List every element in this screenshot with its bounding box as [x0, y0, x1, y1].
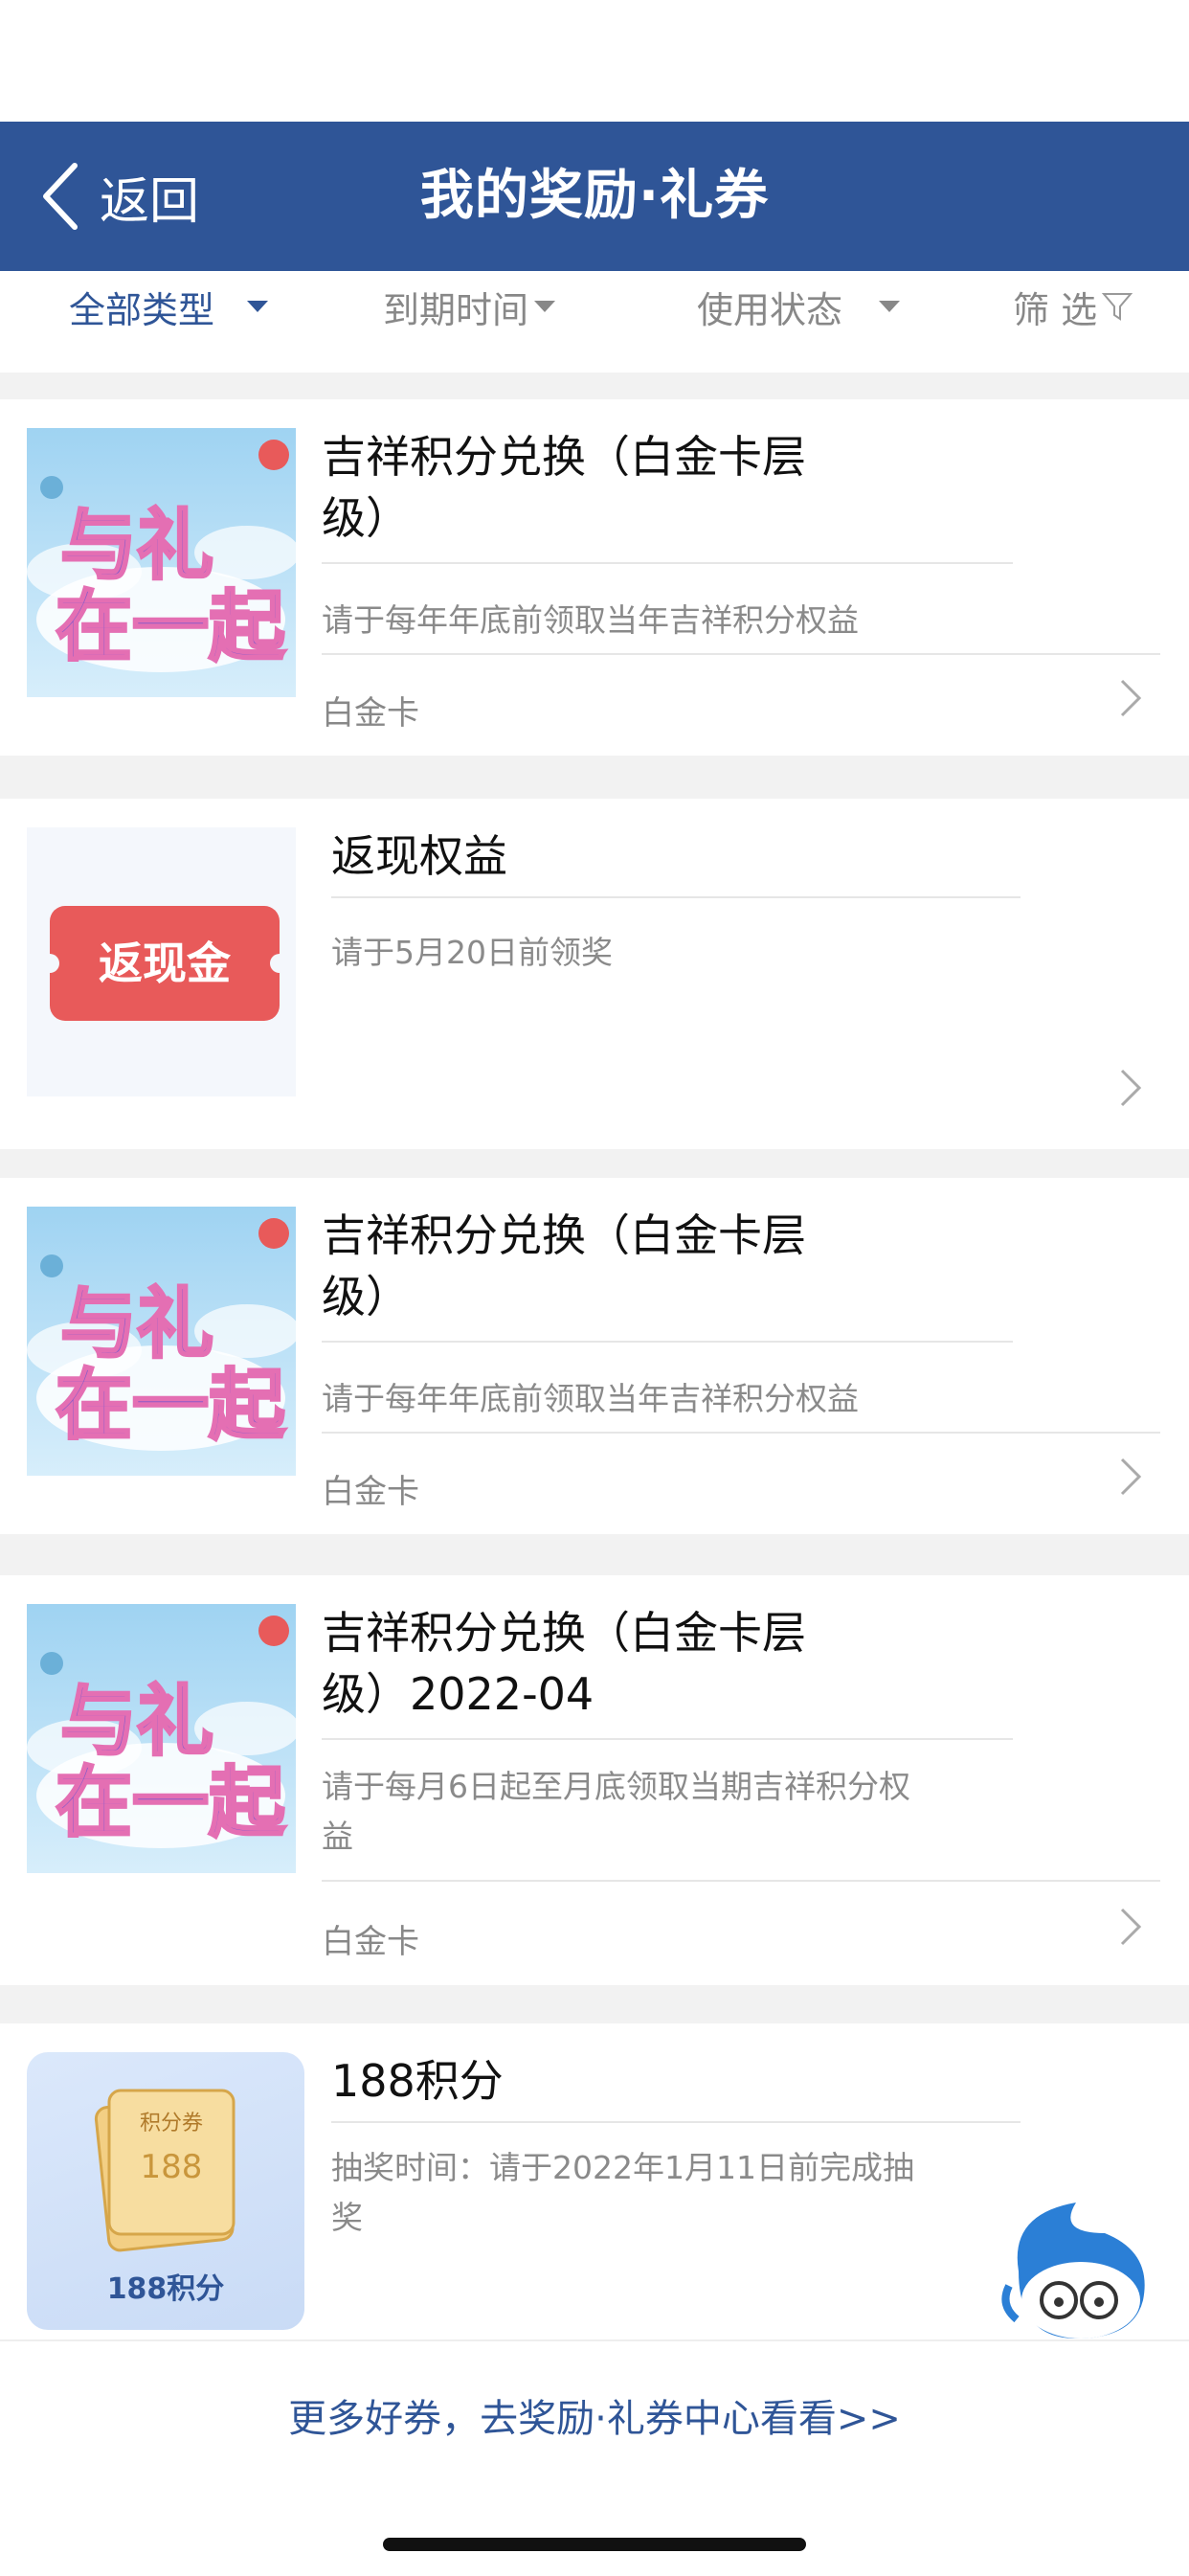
- card-tag: 白金卡: [322, 1923, 419, 1961]
- chevron-left-icon: [43, 163, 78, 230]
- filter-all-types[interactable]: 全部类型: [69, 271, 269, 342]
- card-tag: 白金卡: [322, 1473, 419, 1511]
- filter-label: 到期时间: [383, 288, 529, 331]
- card-title: 188积分: [331, 2055, 504, 2107]
- back-button[interactable]: 返回: [36, 160, 199, 233]
- chevron-right-icon: [1120, 1457, 1142, 1496]
- dropdown-arrow-icon: [247, 301, 269, 312]
- back-label: 返回: [100, 172, 200, 231]
- card-image: 返现金: [27, 827, 296, 1096]
- card-image: 积分券 188 188积分: [27, 2052, 304, 2330]
- reward-card[interactable]: 返现金 返现权益 请于5月20日前领奖: [0, 799, 1189, 1149]
- divider: [322, 1738, 1013, 1740]
- divider: [322, 1341, 1013, 1343]
- divider: [331, 2121, 1021, 2123]
- svg-text:与礼: 与礼: [60, 501, 213, 590]
- divider: [322, 653, 1160, 655]
- cashback-label: 返现金: [99, 938, 231, 989]
- card-description: 抽奖时间：请于2022年1月11日前完成抽奖: [331, 2149, 914, 2236]
- more-coupons-link[interactable]: 更多好券，去奖励·礼券中心看看>>: [0, 2387, 1189, 2443]
- card-description: 请于每年年底前领取当年吉祥积分权益: [322, 1380, 859, 1417]
- coupon-value: 188: [140, 2148, 203, 2186]
- filter-bar: 全部类型 到期时间 使用状态 筛 选: [0, 271, 1189, 373]
- card-tag: 白金卡: [322, 694, 419, 733]
- reward-list: 与礼 在一起 吉祥积分兑换（白金卡层级） 请于每年年底前领取当年吉祥积分权益 白…: [0, 373, 1189, 2339]
- filter-label: 全部类型: [69, 288, 215, 331]
- card-description: 请于每月6日起至月底领取当期吉祥积分权益: [322, 1768, 910, 1855]
- gift-poster-image: 与礼 在一起: [27, 428, 296, 697]
- status-bar-area: [0, 0, 1189, 122]
- navigation-bar: 返回 我的奖励·礼券: [0, 122, 1189, 271]
- svg-text:与礼: 与礼: [60, 1279, 213, 1368]
- filter-label: 使用状态: [697, 288, 843, 331]
- chevron-right-icon: [1120, 1908, 1142, 1946]
- svg-text:与礼: 与礼: [60, 1677, 213, 1766]
- filter-usage-status[interactable]: 使用状态: [697, 271, 901, 342]
- dropdown-arrow-icon: [534, 301, 556, 312]
- chevron-right-icon: [1120, 679, 1142, 717]
- coupon-caption: 积分券: [139, 2112, 203, 2135]
- card-title: 吉祥积分兑换（白金卡层级）: [322, 431, 806, 544]
- reward-card[interactable]: 与礼 在一起 吉祥积分兑换（白金卡层级） 请于每年年底前领取当年吉祥积分权益 白…: [0, 1178, 1189, 1534]
- chevron-right-icon: [1120, 1069, 1142, 1107]
- filter-button[interactable]: 筛 选: [1013, 271, 1133, 342]
- divider: [322, 1880, 1160, 1882]
- card-title: 返现权益: [331, 830, 507, 882]
- filter-label: 筛 选: [1013, 288, 1098, 331]
- divider: [322, 1432, 1160, 1434]
- card-image: 与礼 在一起: [27, 428, 296, 697]
- divider: [322, 562, 1013, 564]
- card-image: 与礼 在一起: [27, 1207, 296, 1476]
- home-indicator: [383, 2538, 806, 2551]
- assistant-mascot-icon[interactable]: [990, 2195, 1162, 2346]
- svg-text:在一起: 在一起: [56, 1361, 286, 1450]
- dropdown-arrow-icon: [879, 301, 901, 312]
- coupon-label: 188积分: [106, 2272, 225, 2306]
- card-title: 吉祥积分兑换（白金卡层级）2022-04: [322, 1607, 806, 1720]
- divider: [331, 896, 1021, 898]
- card-description: 请于每年年底前领取当年吉祥积分权益: [322, 601, 859, 639]
- gift-poster-image: 与礼 在一起: [27, 1604, 296, 1873]
- svg-text:在一起: 在一起: [56, 582, 286, 671]
- svg-text:在一起: 在一起: [56, 1758, 286, 1847]
- reward-card[interactable]: 与礼 在一起 吉祥积分兑换（白金卡层级） 请于每年年底前领取当年吉祥积分权益 白…: [0, 399, 1189, 756]
- card-description: 请于5月20日前领奖: [331, 934, 613, 971]
- card-title: 吉祥积分兑换（白金卡层级）: [322, 1209, 806, 1322]
- card-image: 与礼 在一起: [27, 1604, 296, 1873]
- reward-card[interactable]: 与礼 在一起 吉祥积分兑换（白金卡层级）2022-04 请于每月6日起至月底领取…: [0, 1575, 1189, 1985]
- funnel-icon: [1101, 293, 1133, 321]
- gift-poster-image: 与礼 在一起: [27, 1207, 296, 1476]
- filter-expiry-time[interactable]: 到期时间: [383, 271, 556, 342]
